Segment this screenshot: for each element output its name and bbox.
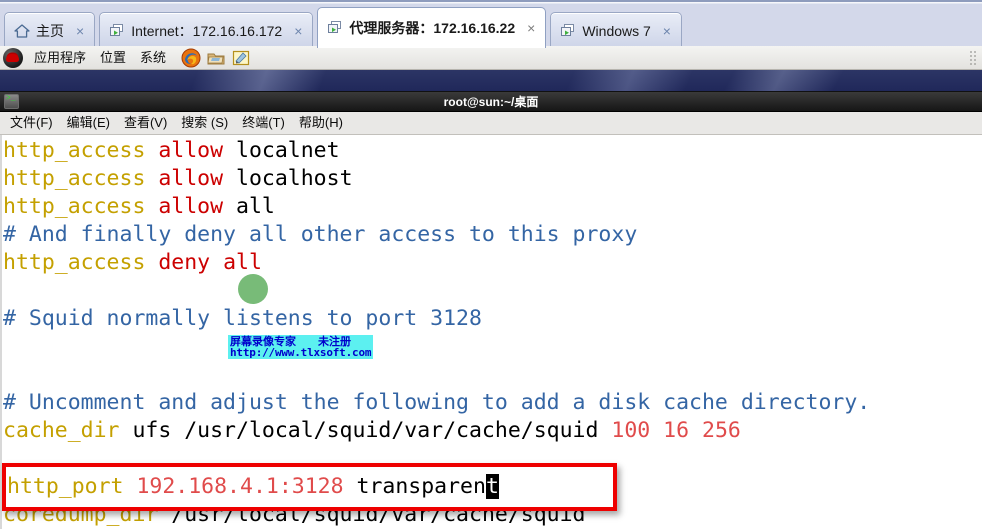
terminal-menu-item-1[interactable]: 编辑(E) bbox=[61, 113, 116, 133]
text-editor-icon[interactable] bbox=[231, 48, 251, 68]
terminal-line: http_access allow all bbox=[0, 193, 982, 221]
text-segment: localnet bbox=[223, 138, 340, 163]
terminal-line: cache_dir ufs /usr/local/squid/var/cache… bbox=[0, 417, 982, 445]
screen: 主页 × Internet：172.16.16.172 × 代理服务器：172.16.1… bbox=[0, 0, 982, 530]
text-segment: http_access bbox=[3, 138, 146, 163]
connection-tab-3[interactable]: Windows 7 × bbox=[550, 12, 682, 48]
terminal-content[interactable]: http_access allow localnet http_access al… bbox=[0, 135, 982, 529]
connection-tab-strip: 主页 × Internet：172.16.16.172 × 代理服务器：172.16.1… bbox=[0, 0, 982, 48]
terminal-menubar: 文件(F) 编辑(E) 查看(V) 搜索 (S) 终端(T) 帮助(H) bbox=[0, 112, 982, 135]
text-segment: 100 16 256 bbox=[611, 418, 741, 443]
text-segment bbox=[3, 278, 16, 303]
terminal-menu-item-0[interactable]: 文件(F) bbox=[4, 113, 59, 133]
terminal-line bbox=[0, 277, 982, 305]
text-segment: 3128 bbox=[430, 306, 482, 331]
text-segment bbox=[145, 250, 158, 275]
firefox-icon[interactable] bbox=[181, 48, 201, 68]
terminal-title-text: root@sun:~/桌面 bbox=[443, 94, 539, 109]
gnome-menu-item-0[interactable]: 应用程序 bbox=[27, 47, 93, 69]
text-segment: allow bbox=[158, 166, 224, 191]
text-segment: allow bbox=[158, 194, 224, 219]
mouse-click-indicator bbox=[238, 274, 268, 304]
terminal-line: http_access deny all bbox=[0, 249, 982, 277]
text-segment: http_access bbox=[3, 194, 146, 219]
panel-grip[interactable] bbox=[969, 50, 976, 66]
terminal-titlebar[interactable]: root@sun:~/桌面 bbox=[0, 92, 982, 112]
connection-tab-label: Windows 7 bbox=[582, 22, 651, 39]
text-segment: # And finally deny all other access to t… bbox=[3, 222, 638, 247]
terminal-menu-item-5[interactable]: 帮助(H) bbox=[293, 113, 349, 133]
text-segment: t bbox=[485, 474, 499, 499]
terminal-window: root@sun:~/桌面 文件(F)编辑(E)查看(V)搜索 (S)终端(T)… bbox=[0, 92, 982, 530]
terminal-line: # Squid normally listens to port 3128 bbox=[0, 305, 982, 333]
text-segment: http_access bbox=[3, 166, 146, 191]
text-segment: http_access bbox=[3, 250, 146, 275]
remote-desktop-icon bbox=[560, 23, 576, 39]
terminal-line: # And finally deny all other access to t… bbox=[0, 221, 982, 249]
terminal-line: http_access allow localhost bbox=[0, 165, 982, 193]
close-icon[interactable]: × bbox=[657, 24, 673, 38]
connection-tab-label: Internet：172.16.16.172 bbox=[131, 22, 283, 39]
tabs-row: 主页 × Internet：172.16.16.172 × 代理服务器：172.16.1… bbox=[0, 7, 682, 48]
text-segment: ufs /usr/local/squid/var/cache/squid bbox=[119, 418, 612, 443]
text-segment bbox=[145, 166, 158, 191]
connection-tab-1[interactable]: Internet：172.16.16.172 × bbox=[99, 12, 314, 48]
gnome-menu-list: 应用程序 位置 系统 bbox=[27, 46, 173, 70]
home-icon bbox=[14, 23, 30, 39]
files-folder-icon[interactable] bbox=[206, 48, 226, 68]
text-segment: # Squid normally listens to port bbox=[3, 306, 431, 331]
terminal-line bbox=[0, 361, 982, 389]
text-segment: localhost bbox=[223, 166, 353, 191]
close-icon[interactable]: × bbox=[288, 24, 304, 38]
gnome-menu-item-1[interactable]: 位置 bbox=[93, 47, 133, 69]
redhat-logo-icon[interactable] bbox=[3, 47, 23, 68]
text-segment bbox=[3, 362, 16, 387]
text-segment: allow bbox=[158, 138, 224, 163]
connection-tab-0[interactable]: 主页 × bbox=[4, 12, 96, 48]
terminal-menu-item-3[interactable]: 搜索 (S) bbox=[175, 113, 234, 133]
gnome-top-panel: 应用程序 位置 系统 bbox=[0, 46, 982, 70]
remote-desktop-icon bbox=[109, 23, 125, 39]
terminal-line bbox=[0, 333, 982, 361]
remote-desktop-icon bbox=[327, 20, 343, 36]
terminal-menu-item-4[interactable]: 终端(T) bbox=[236, 113, 291, 133]
text-segment bbox=[124, 474, 137, 499]
terminal-menu-item-2[interactable]: 查看(V) bbox=[118, 113, 173, 133]
watermark-url: http://www.tlxsoft.com bbox=[230, 346, 372, 359]
text-segment bbox=[3, 334, 16, 359]
close-icon[interactable]: × bbox=[521, 21, 537, 35]
watermark-overlay: 屏幕录像专家 未注册 http://www.tlxsoft.com bbox=[228, 335, 374, 359]
text-segment: all bbox=[223, 194, 275, 219]
text-segment: transparen bbox=[343, 474, 486, 499]
gnome-launcher-icons bbox=[181, 48, 251, 68]
terminal-line: # Uncomment and adjust the following to … bbox=[0, 389, 982, 417]
desktop-wallpaper bbox=[0, 70, 982, 92]
text-segment: 192.168.4.1:3128 bbox=[136, 474, 344, 499]
text-segment: cache_dir bbox=[3, 418, 120, 443]
highlighted-config-line: http_port 192.168.4.1:3128 transparent bbox=[6, 467, 613, 507]
text-segment: deny all bbox=[158, 250, 262, 275]
text-segment bbox=[145, 138, 158, 163]
connection-tab-label: 主页 bbox=[36, 22, 64, 39]
connection-tab-label: 代理服务器：172.16.16.22 bbox=[349, 20, 516, 36]
text-segment bbox=[145, 194, 158, 219]
connection-tab-2[interactable]: 代理服务器：172.16.16.22 × bbox=[317, 7, 547, 48]
highlight-rectangle: http_port 192.168.4.1:3128 transparent bbox=[2, 463, 617, 511]
gnome-menu-item-2[interactable]: 系统 bbox=[133, 47, 173, 69]
terminal-line: http_access allow localnet bbox=[0, 137, 982, 165]
text-segment: # Uncomment and adjust the following to … bbox=[3, 390, 871, 415]
text-segment: http_port bbox=[7, 474, 124, 499]
close-icon[interactable]: × bbox=[70, 24, 86, 38]
